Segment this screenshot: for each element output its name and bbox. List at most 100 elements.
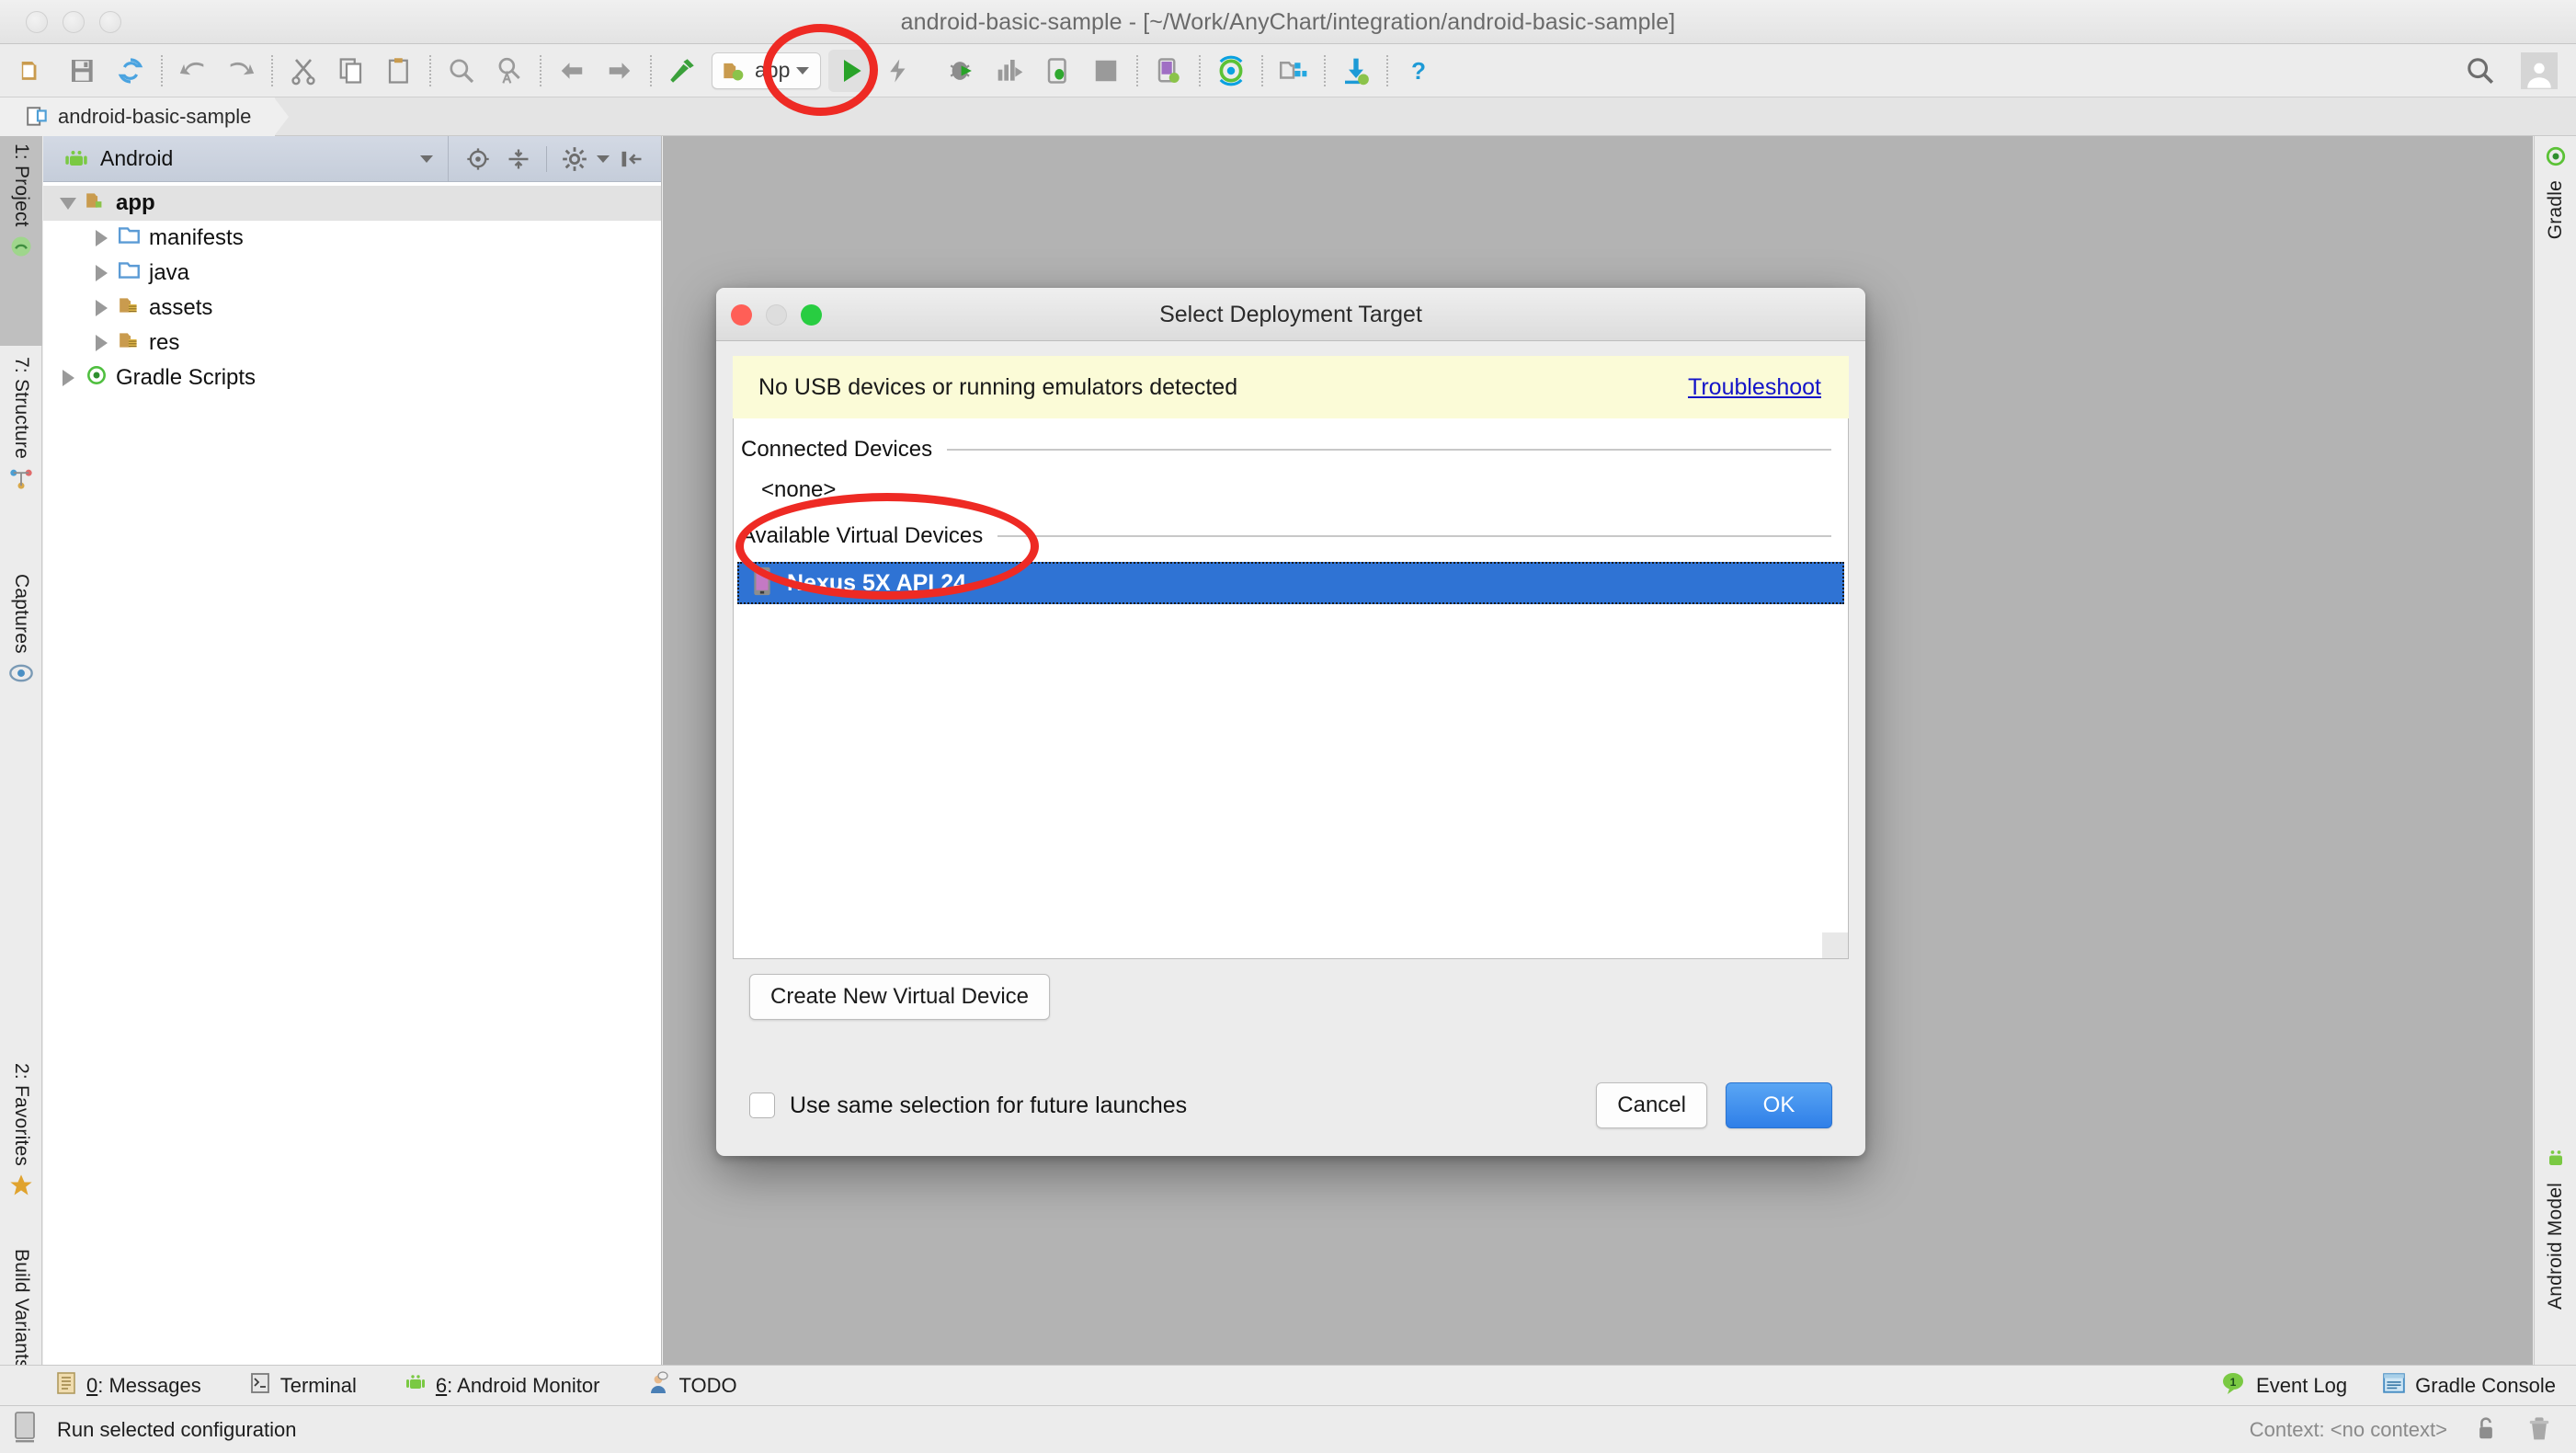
replace-icon[interactable] [485, 48, 533, 94]
search-icon[interactable] [2456, 48, 2504, 94]
save-all-icon[interactable] [59, 48, 107, 94]
dialog-close-button[interactable] [731, 304, 752, 326]
expand-toggle-icon[interactable] [85, 265, 117, 281]
event-log-badge-icon: 1 [2221, 1371, 2247, 1401]
bottom-tab-terminal[interactable]: Terminal [225, 1366, 381, 1406]
sdk-manager-icon[interactable] [1332, 48, 1380, 94]
list-item-label: Nexus 5X API 24 [787, 569, 967, 596]
bottom-tab-terminal-label: Terminal [279, 1373, 357, 1397]
available-devices-label: Available Virtual Devices [741, 523, 984, 548]
apply-changes-icon[interactable] [874, 48, 922, 94]
android-robot-icon [65, 150, 87, 166]
tree-node-java[interactable]: java [43, 256, 661, 291]
run-with-coverage-icon[interactable] [986, 48, 1034, 94]
find-icon[interactable] [438, 48, 485, 94]
main-toolbar: app ? [0, 44, 2576, 97]
forward-icon[interactable] [596, 48, 644, 94]
dialog-minimize-button[interactable] [766, 304, 787, 326]
chevron-down-icon[interactable] [796, 66, 810, 74]
bottom-tab-android-monitor-label: : Android Monitor [447, 1373, 600, 1397]
debug-icon[interactable] [939, 48, 986, 94]
scroll-from-source-icon[interactable] [460, 138, 496, 180]
back-icon[interactable] [548, 48, 596, 94]
bottom-tab-todo[interactable]: TODO [623, 1366, 760, 1406]
avatar[interactable] [2521, 52, 2558, 89]
tree-node-app[interactable]: app [43, 186, 661, 221]
sidebar-item-gradle[interactable]: Gradle [2535, 136, 2576, 292]
trash-icon[interactable] [2526, 1414, 2554, 1446]
expand-toggle-icon[interactable] [85, 300, 117, 316]
undo-icon[interactable] [169, 48, 217, 94]
collapse-all-icon[interactable] [500, 138, 537, 180]
resource-folder-icon [117, 328, 142, 359]
attach-debugger-icon[interactable] [1034, 48, 1082, 94]
status-bar: Run selected configuration Context: <no … [0, 1405, 2576, 1453]
bottom-tab-android-monitor[interactable]: 6: Android Monitor [381, 1366, 624, 1406]
create-new-virtual-device-button[interactable]: Create New Virtual Device [749, 974, 1051, 1020]
sidebar-item-captures[interactable]: Captures [0, 566, 42, 736]
virtual-device-icon [750, 566, 774, 601]
scroll-corner [1822, 932, 1848, 958]
dialog-traffic-lights [731, 304, 822, 326]
unlocked-icon[interactable] [2473, 1414, 2501, 1446]
expand-toggle-icon[interactable] [52, 370, 84, 386]
ok-button[interactable]: OK [1726, 1082, 1832, 1128]
chevron-down-icon[interactable] [420, 154, 433, 163]
open-folder-icon[interactable] [11, 48, 59, 94]
sidebar-item-structure[interactable]: 7: Structure [0, 349, 42, 563]
copy-icon[interactable] [327, 48, 375, 94]
paste-icon[interactable] [375, 48, 423, 94]
bottom-tab-event-log[interactable]: 1 Event Log [2221, 1366, 2347, 1406]
sidebar-item-favorites[interactable]: 2: Favorites [0, 1056, 42, 1238]
stop-icon[interactable] [1082, 48, 1130, 94]
group-divider [947, 449, 1831, 451]
cancel-button[interactable]: Cancel [1596, 1082, 1707, 1128]
device-list[interactable]: Connected Devices <none> Available Virtu… [733, 418, 1849, 959]
project-view-selector[interactable]: Android [43, 135, 449, 182]
favorites-star-icon [8, 1173, 34, 1203]
blue-folder-icon [117, 223, 142, 254]
tree-node-assets[interactable]: assets [43, 291, 661, 326]
build-hammer-icon[interactable] [658, 48, 706, 94]
tree-node-manifests-label: manifests [149, 225, 244, 250]
list-item[interactable]: Nexus 5X API 24 [737, 562, 1844, 604]
expand-toggle-icon[interactable] [52, 197, 84, 210]
breadcrumb-project[interactable]: android-basic-sample [0, 97, 290, 136]
warning-banner: No USB devices or running emulators dete… [733, 356, 1849, 418]
bottom-tab-gradle-console[interactable]: Gradle Console [2382, 1366, 2556, 1406]
run-button[interactable] [828, 49, 875, 92]
run-config-status-icon [13, 1411, 37, 1448]
project-structure-icon[interactable] [1270, 48, 1317, 94]
sync-icon[interactable] [107, 48, 154, 94]
sidebar-item-project[interactable]: 1: Project [0, 136, 42, 346]
remember-selection-checkbox[interactable]: Use same selection for future launches [749, 1093, 1187, 1119]
bottom-tab-todo-label: TODO [678, 1373, 737, 1397]
status-bar-right: Context: <no context> [2250, 1414, 2554, 1446]
checkbox-box[interactable] [749, 1093, 775, 1118]
tree-node-gradle-scripts[interactable]: Gradle Scripts [43, 360, 661, 395]
project-tree: app manifests java assets res Gradle Scr… [43, 182, 661, 395]
sidebar-item-build-variants-label: Build Variants [11, 1249, 32, 1369]
sidebar-item-android-model[interactable]: Android Model [2535, 1138, 2576, 1368]
bottom-tab-messages[interactable]: 0: Messages [0, 1366, 225, 1406]
run-configuration-selector[interactable]: app [712, 51, 822, 89]
help-icon[interactable]: ? [1395, 48, 1442, 94]
connected-devices-label: Connected Devices [741, 437, 933, 462]
dialog-maximize-button[interactable] [801, 304, 822, 326]
settings-gear-icon[interactable] [556, 138, 593, 180]
tree-node-res[interactable]: res [43, 326, 661, 360]
dialog-actions: Create New Virtual Device [733, 959, 1849, 1020]
avd-manager-icon[interactable] [1145, 48, 1192, 94]
structure-icon [8, 465, 34, 496]
hide-panel-icon[interactable] [613, 138, 650, 180]
cut-icon[interactable] [279, 48, 327, 94]
expand-toggle-icon[interactable] [85, 230, 117, 246]
troubleshoot-link[interactable]: Troubleshoot [1688, 374, 1821, 401]
module-folder-icon [724, 63, 744, 80]
tree-node-manifests[interactable]: manifests [43, 221, 661, 256]
tree-node-res-label: res [149, 330, 180, 355]
sync-gradle-icon[interactable] [1207, 48, 1255, 94]
sidebar-item-android-model-label: Android Model [2545, 1183, 2566, 1310]
redo-icon[interactable] [217, 48, 265, 94]
expand-toggle-icon[interactable] [85, 335, 117, 351]
